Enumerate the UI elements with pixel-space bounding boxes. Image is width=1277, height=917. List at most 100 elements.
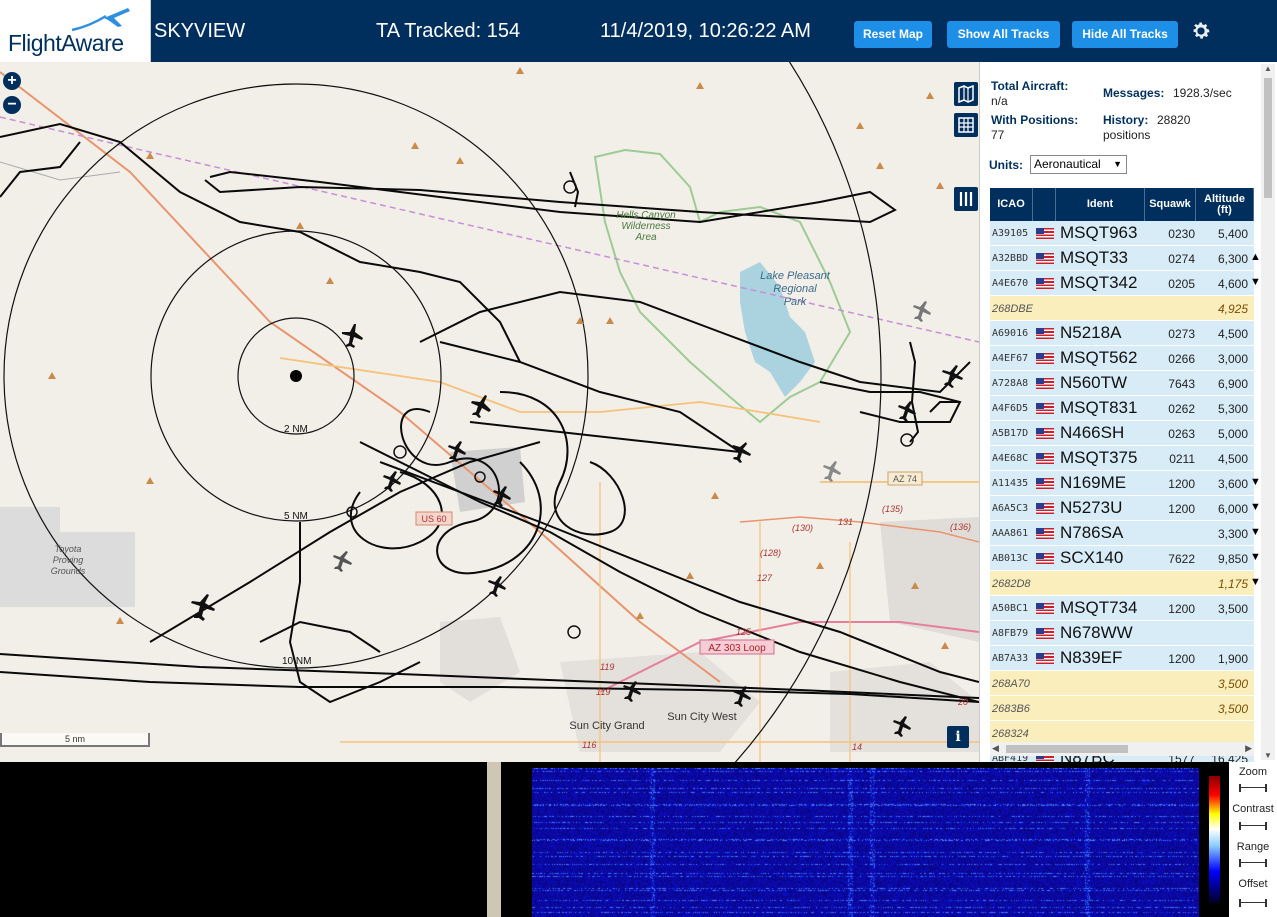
horizontal-scroll-thumb[interactable] bbox=[1006, 745, 1128, 753]
flight-tracks bbox=[0, 122, 979, 704]
aircraft-icon bbox=[471, 395, 491, 418]
table-row[interactable]: A728A8 N560TW 7643 6,900 bbox=[990, 371, 1254, 396]
az74-highway bbox=[279, 357, 821, 423]
squawk-cell: 7622 bbox=[1168, 552, 1195, 566]
table-row[interactable]: A32BBD MSQT33 0274 6,300 ▲ bbox=[990, 246, 1261, 271]
us-flag-icon bbox=[1036, 628, 1054, 639]
altitude-cell: 3,000 bbox=[1217, 352, 1248, 366]
col-altitude[interactable]: Altitude (ft) bbox=[1196, 188, 1254, 221]
squawk-cell: 0273 bbox=[1168, 327, 1195, 341]
us-flag-icon bbox=[1036, 228, 1054, 239]
units-label: Units: bbox=[989, 158, 1023, 172]
units-select[interactable]: Aeronautical ▼ bbox=[1030, 155, 1127, 174]
route-135: (135) bbox=[882, 504, 903, 514]
scroll-up-icon[interactable]: ▲ bbox=[1264, 64, 1272, 73]
table-row[interactable]: A5B17D N466SH 0263 5,000 bbox=[990, 421, 1254, 446]
show-all-tracks-button[interactable]: Show All Tracks bbox=[947, 21, 1060, 48]
icao-cell: A4E670 bbox=[992, 278, 1029, 289]
settings-gear-icon[interactable] bbox=[1190, 20, 1212, 42]
icao-cell: AB013C bbox=[992, 553, 1029, 564]
range-slider[interactable] bbox=[1239, 859, 1267, 867]
aircraft-icon bbox=[488, 576, 506, 597]
icao-cell: A4EF67 bbox=[992, 353, 1029, 364]
col-flag[interactable] bbox=[1033, 188, 1056, 221]
us-flag-icon bbox=[1036, 553, 1054, 564]
icao-cell: 2682D8 bbox=[992, 578, 1031, 590]
col-icao[interactable]: ICAO bbox=[990, 188, 1033, 221]
map-layers-button[interactable] bbox=[954, 82, 978, 106]
table-row[interactable]: A11435 N169ME 1200 3,600 ▼ bbox=[990, 471, 1261, 496]
route-14: 14 bbox=[852, 742, 862, 752]
vertical-scroll-thumb[interactable] bbox=[1264, 78, 1272, 198]
icao-cell: AAA861 bbox=[992, 528, 1029, 539]
grid-toggle-button[interactable] bbox=[954, 113, 978, 137]
zoom-out-button[interactable]: − bbox=[3, 96, 21, 114]
map-canvas[interactable]: 2 NM 5 NM 10 NM Hells Canyon Wilderness … bbox=[0, 62, 979, 762]
icao-cell: A11435 bbox=[992, 478, 1029, 489]
altitude-cell: 5,300 bbox=[1217, 402, 1248, 416]
icao-cell: 2683B6 bbox=[992, 703, 1030, 715]
aircraft-icon bbox=[191, 594, 215, 621]
us-flag-icon bbox=[1036, 478, 1054, 489]
table-row[interactable]: A8FB79 N678WW bbox=[990, 621, 1254, 646]
table-row[interactable]: A69016 N5218A 0273 4,500 bbox=[990, 321, 1254, 346]
ident-cell: N5218A bbox=[1060, 323, 1122, 342]
map-scale-bar: 5 nm bbox=[0, 733, 150, 747]
table-row[interactable]: AB013C SCX140 7622 9,850 ▼ bbox=[990, 546, 1261, 571]
table-row[interactable]: A50BC1 MSQT734 1200 3,500 bbox=[990, 596, 1254, 621]
contrast-slider[interactable] bbox=[1239, 822, 1267, 830]
horizontal-scrollbar[interactable]: ◀ ▶ bbox=[990, 742, 1254, 756]
scroll-right-icon[interactable]: ▶ bbox=[1245, 743, 1252, 754]
brand-name: FlightAware bbox=[8, 30, 124, 56]
table-row[interactable]: 2682D8 1,175 ▼ bbox=[990, 571, 1261, 596]
ident-cell: N839EF bbox=[1060, 648, 1123, 667]
ident-cell: MSQT375 bbox=[1060, 448, 1138, 467]
toyota-label: Toyota Proving Grounds bbox=[51, 544, 86, 576]
table-row[interactable]: A4E68C MSQT375 0211 4,500 bbox=[990, 446, 1254, 471]
altitude-cell: 4,600 bbox=[1217, 277, 1248, 291]
icao-cell: 268A70 bbox=[992, 678, 1030, 690]
us-flag-icon bbox=[1036, 603, 1054, 614]
map-view[interactable]: 2 NM 5 NM 10 NM Hells Canyon Wilderness … bbox=[0, 62, 979, 762]
table-row[interactable]: A4F6D5 MSQT831 0262 5,300 bbox=[990, 396, 1254, 421]
table-row[interactable]: 2683B6 3,500 bbox=[990, 696, 1254, 721]
waterfall-controls: Zoom Contrast Range Offset bbox=[1229, 762, 1277, 917]
icao-cell: A50BC1 bbox=[992, 603, 1029, 614]
flightaware-logo[interactable]: FlightAware bbox=[0, 0, 151, 62]
squawk-cell: 1200 bbox=[1168, 602, 1195, 616]
vertical-scrollbar[interactable]: ▲ ▼ bbox=[1261, 64, 1275, 760]
table-row[interactable]: AAA861 N786SA 3,300 ▼ bbox=[990, 521, 1261, 546]
table-row[interactable]: A4E670 MSQT342 0205 4,600 ▼ bbox=[990, 271, 1261, 296]
zoom-in-button[interactable]: + bbox=[3, 72, 21, 90]
altitude-trend-icon: ▼ bbox=[1250, 526, 1261, 538]
col-squawk[interactable]: Squawk bbox=[1145, 188, 1196, 221]
aircraft-icon bbox=[383, 471, 401, 492]
sun-city-west-label: Sun City West bbox=[667, 711, 737, 723]
zoom-slider[interactable] bbox=[1239, 784, 1267, 792]
table-row[interactable]: AB7A33 N839EF 1200 1,900 bbox=[990, 646, 1254, 671]
table-row[interactable]: 268DBE 4,925 bbox=[990, 296, 1254, 321]
sun-city-area bbox=[560, 652, 760, 752]
scroll-down-icon[interactable]: ▼ bbox=[1264, 751, 1272, 760]
ident-cell: MSQT342 bbox=[1060, 273, 1138, 292]
scroll-left-icon[interactable]: ◀ bbox=[992, 743, 999, 754]
offset-slider[interactable] bbox=[1239, 899, 1267, 907]
reset-map-button[interactable]: Reset Map bbox=[854, 21, 932, 48]
icao-cell: A32BBD bbox=[992, 253, 1029, 264]
us-flag-icon bbox=[1036, 428, 1054, 439]
columns-toggle-button[interactable] bbox=[954, 187, 978, 211]
table-body: A39105 MSQT963 0230 5,400 A32BBD MSQT33 0274 6,… bbox=[990, 221, 1261, 762]
info-button[interactable]: i bbox=[947, 726, 969, 748]
table-row[interactable]: A6A5C3 N5273U 1200 6,000 ▼ bbox=[990, 496, 1261, 521]
table-row[interactable]: 268A70 3,500 bbox=[990, 671, 1254, 696]
col-ident[interactable]: Ident bbox=[1056, 188, 1145, 221]
top-bar: FlightAware SKYVIEW TA Tracked: 154 11/4… bbox=[0, 0, 1277, 62]
table-row[interactable]: A39105 MSQT963 0230 5,400 bbox=[990, 221, 1254, 246]
waterfall-display[interactable] bbox=[532, 768, 1199, 917]
altitude-cell: 6,000 bbox=[1217, 502, 1248, 516]
table-row[interactable]: A4EF67 MSQT562 0266 3,000 bbox=[990, 346, 1254, 371]
altitude-trend-icon: ▼ bbox=[1250, 576, 1261, 588]
icao-cell: 268DBE bbox=[992, 303, 1033, 315]
hide-all-tracks-button[interactable]: Hide All Tracks bbox=[1072, 21, 1178, 48]
receiver-location bbox=[290, 370, 302, 382]
